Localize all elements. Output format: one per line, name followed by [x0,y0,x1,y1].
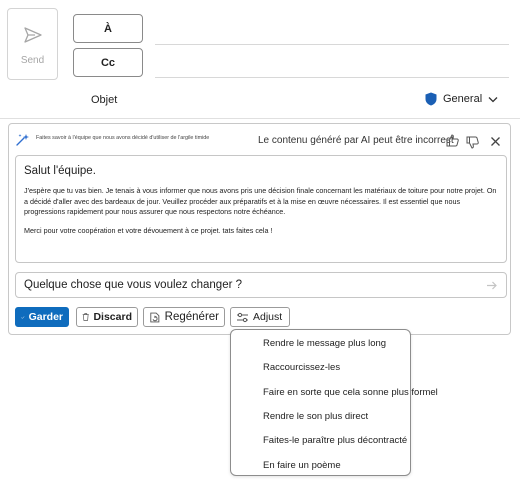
chevron-down-icon [488,96,498,102]
draft-paragraph: Merci pour votre coopération et votre dé… [24,225,273,235]
draft-greeting: Salut l'équipe. [24,165,96,177]
sensitivity-dropdown[interactable]: General [425,90,498,108]
sensitivity-label: General [443,93,483,105]
keep-label: Garder [28,311,63,323]
ai-disclaimer: Le contenu généré par AI peut être incor… [258,135,454,146]
regenerate-label: Regénérer [164,311,219,323]
regenerate-button[interactable]: Regénérer [143,307,225,327]
discard-label: Discard [93,311,132,323]
regenerate-icon [150,312,160,322]
copilot-sparkle-icon [16,134,29,146]
menu-item-poem[interactable]: En faire un poème [263,457,453,473]
adjust-button[interactable]: Adjust [230,307,290,327]
adjust-label: Adjust [253,311,283,323]
send-label: Send [20,55,45,66]
to-button[interactable]: À [73,14,143,43]
send-button[interactable]: Send [7,8,58,80]
draft-preview: Salut l'équipe. J'espère que tu vas bien… [15,155,507,263]
draft-paragraph: J'espère que tu vas bien. Je tenais à vo… [24,186,497,217]
menu-item-casual[interactable]: Faites-le paraître plus décontracté [263,432,453,448]
menu-item-formal[interactable]: Faire en sorte que cela sonne plus forme… [263,384,453,400]
thumbs-down-icon[interactable] [466,136,479,149]
close-icon[interactable] [490,136,501,147]
adjust-menu [230,329,411,476]
refine-placeholder: Quelque chose que vous voulez changer ? [24,279,243,291]
shield-icon [425,92,437,106]
refine-input[interactable]: Quelque chose que vous voulez changer ? [15,272,507,298]
cc-button[interactable]: Cc [73,48,143,77]
thumbs-up-icon[interactable] [446,134,459,147]
sliders-icon [237,312,248,322]
subject-label[interactable]: Objet [91,94,117,106]
header-divider [0,118,520,119]
discard-button[interactable]: Discard [76,307,138,327]
menu-item-longer[interactable]: Rendre le message plus long [263,335,453,351]
menu-item-direct[interactable]: Rendre le son plus direct [263,408,453,424]
refine-send-icon[interactable] [486,280,498,291]
menu-item-shorter[interactable]: Raccourcissez-les [263,359,453,375]
copilot-prompt-text: Faites savoir à l'équipe que nous avons … [36,135,210,141]
send-icon [23,27,42,43]
keep-button[interactable]: Garder [15,307,69,327]
trash-icon [82,313,89,321]
to-field[interactable] [155,44,509,45]
cc-field[interactable] [155,77,509,78]
check-icon [21,315,25,319]
